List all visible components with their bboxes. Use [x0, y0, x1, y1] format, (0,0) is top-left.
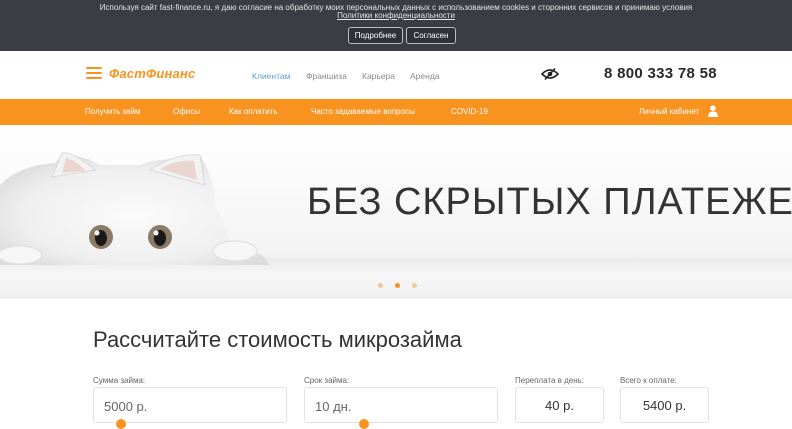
menu-covid[interactable]: COVID-19 [451, 107, 488, 116]
nav-clients[interactable]: Клиентам [252, 71, 290, 81]
term-field[interactable]: 10 дн. [304, 387, 498, 429]
promo-banner[interactable]: БЕЗ СКРЫТЫХ ПЛАТЕЖЕЙ [0, 125, 792, 299]
cookie-banner: Используя сайт fast-finance.ru, я даю со… [0, 0, 792, 51]
user-icon[interactable] [708, 105, 718, 117]
banner-headline: БЕЗ СКРЫТЫХ ПЛАТЕЖЕЙ [307, 181, 792, 223]
term-value: 10 дн. [315, 399, 352, 414]
site-header: ФастФинанс Клиентам Франшиза Карьера Аре… [0, 51, 792, 99]
nav-franchise[interactable]: Франшиза [306, 71, 347, 81]
term-slider-handle[interactable] [359, 419, 369, 429]
term-label: Срок займа: [304, 376, 350, 385]
overpay-box: 40 р. [515, 387, 604, 423]
menu-how-to-pay[interactable]: Как оплатить [229, 107, 278, 116]
amount-slider-handle[interactable] [116, 419, 126, 429]
total-label: Всего к оплате: [620, 376, 677, 385]
agree-button[interactable]: Согласен [406, 27, 456, 44]
kitten-image [0, 152, 270, 265]
menu-faq[interactable]: Часто задаваемые вопросы [311, 107, 415, 116]
amount-value: 5000 р. [104, 399, 148, 414]
slider-dot-2[interactable] [395, 283, 400, 288]
nav-rent[interactable]: Аренда [410, 71, 440, 81]
visually-impaired-eye-icon[interactable] [541, 68, 559, 80]
overpay-value: 40 р. [545, 398, 574, 413]
total-box: 5400 р. [620, 387, 709, 423]
privacy-policy-link[interactable]: Политики конфиденциальности [0, 11, 792, 20]
total-value: 5400 р. [642, 398, 687, 413]
amount-label: Сумма займа: [93, 376, 146, 385]
menu-get-loan[interactable]: Получить займ [85, 107, 140, 116]
nav-career[interactable]: Карьера [362, 71, 395, 81]
more-button[interactable]: Подробнее [348, 27, 403, 44]
slider-dot-3[interactable] [412, 283, 417, 288]
slider-dot-1[interactable] [378, 283, 383, 288]
phone-number[interactable]: 8 800 333 78 58 [604, 65, 717, 82]
main-menu: Получить займ Офисы Как оплатить Часто з… [0, 99, 792, 125]
overpay-label: Переплата в день: [515, 376, 585, 385]
amount-field[interactable]: 5000 р. [93, 387, 287, 429]
logo[interactable]: ФастФинанс [109, 66, 195, 81]
calculator-title: Рассчитайте стоимость микрозайма [93, 327, 462, 352]
slider-dots [378, 282, 422, 290]
menu-burger-icon[interactable] [86, 67, 102, 79]
menu-offices[interactable]: Офисы [173, 107, 200, 116]
personal-account-link[interactable]: Личный кабинет [639, 107, 699, 116]
